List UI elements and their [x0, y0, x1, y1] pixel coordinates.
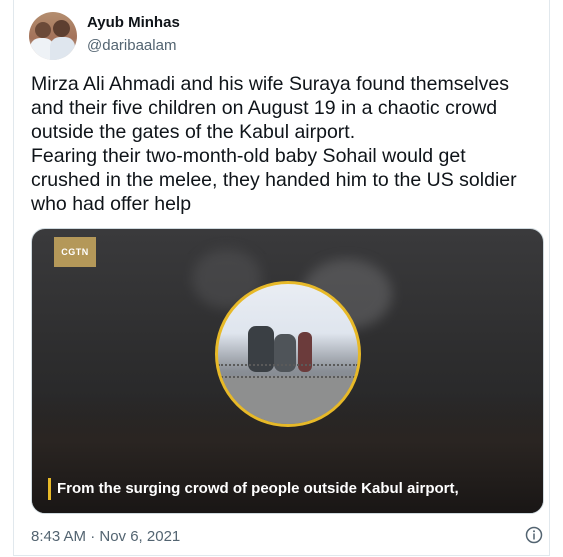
tweet-media-video[interactable]: CGTN From the surging crowd of people ou… — [31, 228, 544, 514]
media-caption: From the surging crowd of people outside… — [48, 478, 459, 500]
tweet-text: Mirza Ali Ahmadi and his wife Suraya fou… — [31, 73, 517, 215]
tweet-timestamp[interactable]: 8:43 AM · Nov 6, 2021 — [31, 528, 180, 545]
author-name[interactable]: Ayub Minhas — [87, 14, 180, 31]
media-highlight-circle — [215, 281, 361, 427]
tweet-card: Ayub Minhas @daribaalam Mirza Ali Ahmadi… — [13, 0, 550, 556]
cgtn-logo: CGTN — [54, 237, 96, 267]
info-icon[interactable] — [525, 526, 543, 544]
avatar[interactable] — [29, 12, 77, 60]
author-handle[interactable]: @daribaalam — [87, 37, 176, 54]
